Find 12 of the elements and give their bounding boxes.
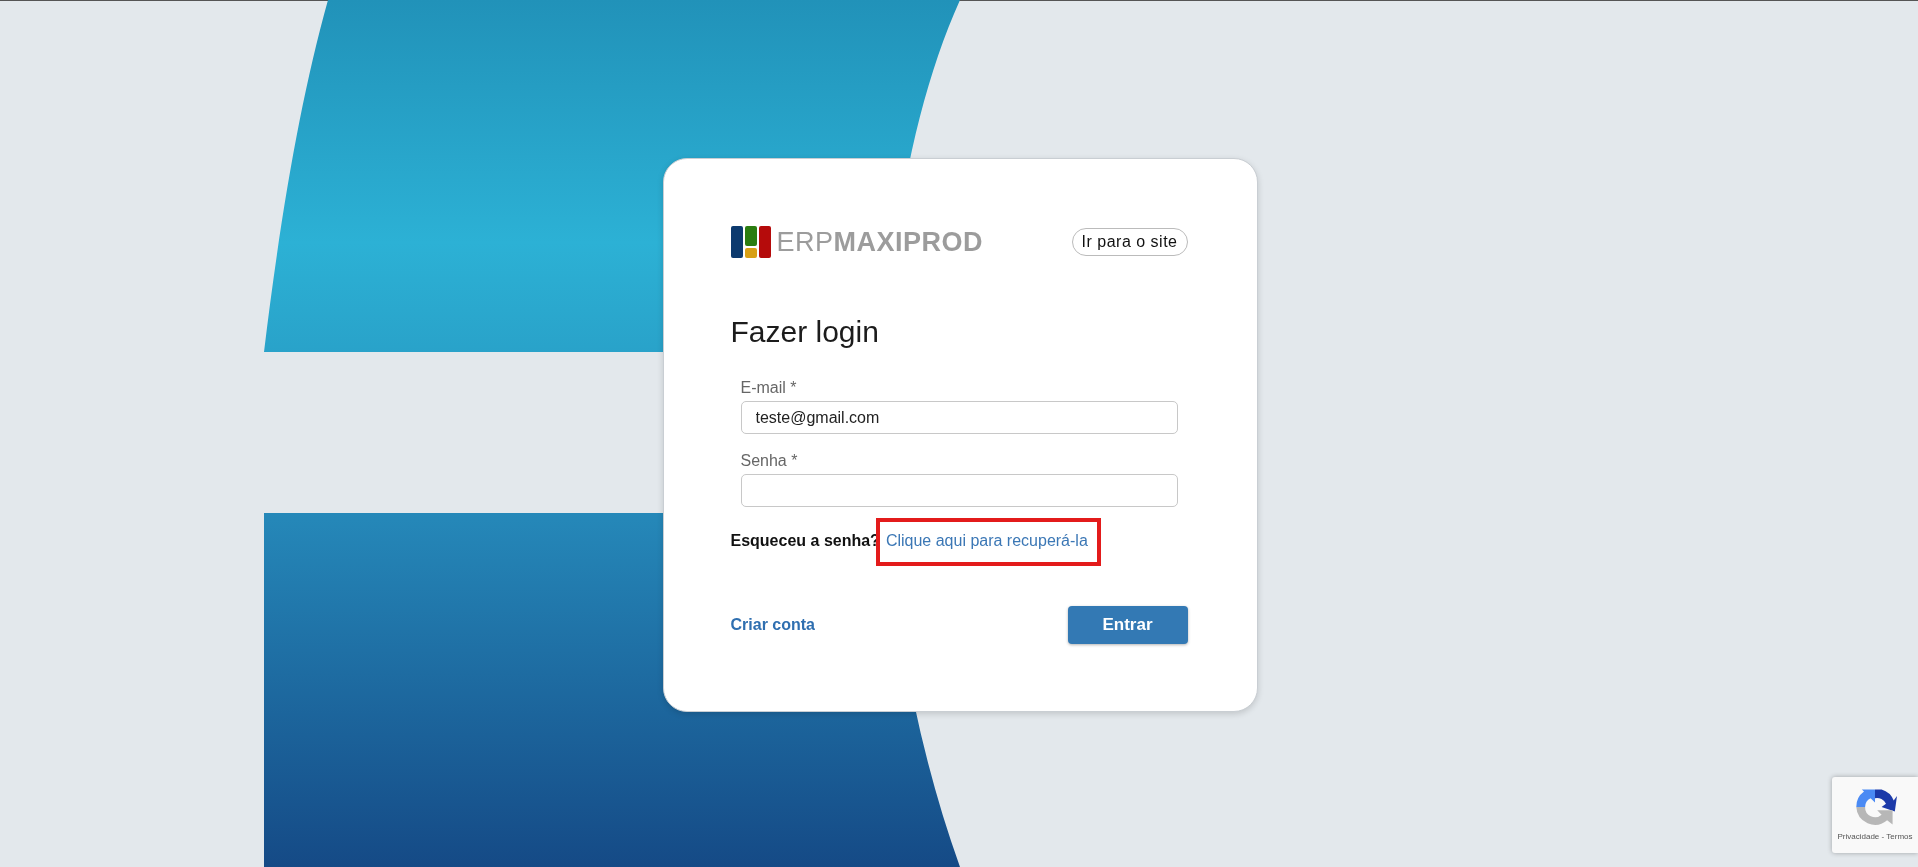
recover-link[interactable]: Clique aqui para recuperá-la bbox=[885, 532, 1088, 549]
logo-icon bbox=[730, 226, 771, 258]
password-field[interactable] bbox=[740, 474, 1178, 507]
login-button[interactable]: Entrar bbox=[1067, 606, 1188, 644]
logo-text: ERPMAXIPROD bbox=[776, 226, 984, 258]
field-label: E-mail * bbox=[740, 379, 798, 397]
create-account-link[interactable]: Criar conta bbox=[730, 616, 815, 634]
recaptcha-badge[interactable]: Privacidade - Termos bbox=[1832, 777, 1918, 853]
field-label: Senha * bbox=[740, 452, 799, 470]
email-field[interactable]: teste@gmail.com bbox=[740, 401, 1178, 434]
page-title: Fazer login bbox=[730, 315, 880, 349]
recaptcha-footer: Privacidade - Termos bbox=[1837, 832, 1913, 841]
